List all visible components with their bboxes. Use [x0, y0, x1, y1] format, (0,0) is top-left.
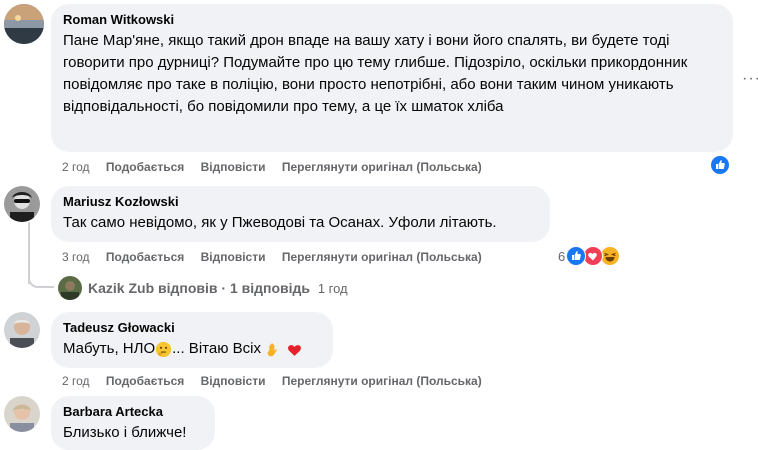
like-button[interactable]: Подобається [106, 250, 184, 264]
see-original-button[interactable]: Переглянути оригінал (Польська) [282, 160, 482, 174]
avatar-mariusz-kozlowski[interactable] [4, 186, 40, 222]
reply-button[interactable]: Відповісти [201, 160, 266, 174]
comment-bubble: Tadeusz Głowacki Мабуть, НЛО ... Вітаю В… [51, 312, 333, 368]
red-heart-icon [288, 344, 302, 356]
comment-author[interactable]: Tadeusz Głowacki [63, 320, 321, 336]
reply-author: Kazik Zub [88, 280, 155, 296]
thread-connector [28, 272, 54, 288]
see-original-button[interactable]: Переглянути оригінал (Польська) [282, 250, 482, 264]
comment-actions: 3 год Подобається Відповісти Переглянути… [62, 250, 495, 264]
comment-bubble: Mariusz Kozłowski Так само невідомо, як … [51, 186, 550, 242]
thinking-face-icon [155, 341, 172, 357]
comment-text: Так само невідомо, як у Пжеводові та Оса… [63, 214, 497, 231]
more-options-icon[interactable]: ··· [742, 70, 758, 88]
reply-count: 1 відповідь [229, 280, 311, 296]
comment-bubble: Roman Witkowski Пане Мар'яне, якщо такий… [51, 4, 733, 152]
reactions-summary[interactable]: 6 [558, 246, 621, 266]
thumbs-up-icon [710, 155, 730, 175]
like-button[interactable]: Подобається [106, 374, 184, 388]
comment-text: Близько і ближче! [63, 424, 187, 441]
see-original-button[interactable]: Переглянути оригінал (Польська) [282, 374, 482, 388]
laughing-face-icon [600, 246, 621, 266]
reply-separator: · [221, 280, 227, 296]
avatar-tadeusz-glowacki[interactable] [4, 312, 40, 348]
comment-time[interactable]: 3 год [62, 250, 90, 264]
reply-button[interactable]: Відповісти [201, 374, 266, 388]
comment-text-line: Мабуть, НЛО ... Вітаю Всіх [63, 338, 321, 360]
comment-author[interactable]: Mariusz Kozłowski [63, 194, 538, 210]
comment-bubble: Barbara Artecka Близько і ближче! [51, 396, 215, 450]
reply-verb: відповів [158, 280, 218, 296]
comment-text-suffix: ... Вітаю Всіх [172, 340, 261, 357]
comment-time[interactable]: 2 год [62, 160, 90, 174]
comment-actions: 2 год Подобається Відповісти Переглянути… [62, 160, 495, 174]
like-button[interactable]: Подобається [106, 160, 184, 174]
comment-text: Пане Мар'яне, якщо такий дрон впаде на в… [63, 32, 688, 115]
avatar-roman-witkowski[interactable] [4, 4, 44, 44]
reply-time: 1 год [317, 280, 348, 296]
view-replies-link[interactable]: Kazik Zub відповів · 1 відповідь 1 год [58, 276, 348, 300]
reaction-count: 6 [558, 248, 566, 264]
comment-author[interactable]: Roman Witkowski [63, 12, 721, 28]
thumbs-up-icon [566, 246, 587, 266]
comment-time[interactable]: 2 год [62, 374, 90, 388]
heart-icon [583, 246, 604, 266]
reply-button[interactable]: Відповісти [201, 250, 266, 264]
comment-text: Мабуть, НЛО [63, 340, 156, 357]
waving-hand-icon [267, 342, 277, 356]
avatar-kazik-zub [58, 276, 82, 300]
avatar-barbara-artecka[interactable] [4, 396, 40, 432]
comment-actions: 2 год Подобається Відповісти Переглянути… [62, 374, 495, 388]
reactions-summary[interactable] [710, 155, 730, 180]
comment-author[interactable]: Barbara Artecka [63, 404, 203, 420]
